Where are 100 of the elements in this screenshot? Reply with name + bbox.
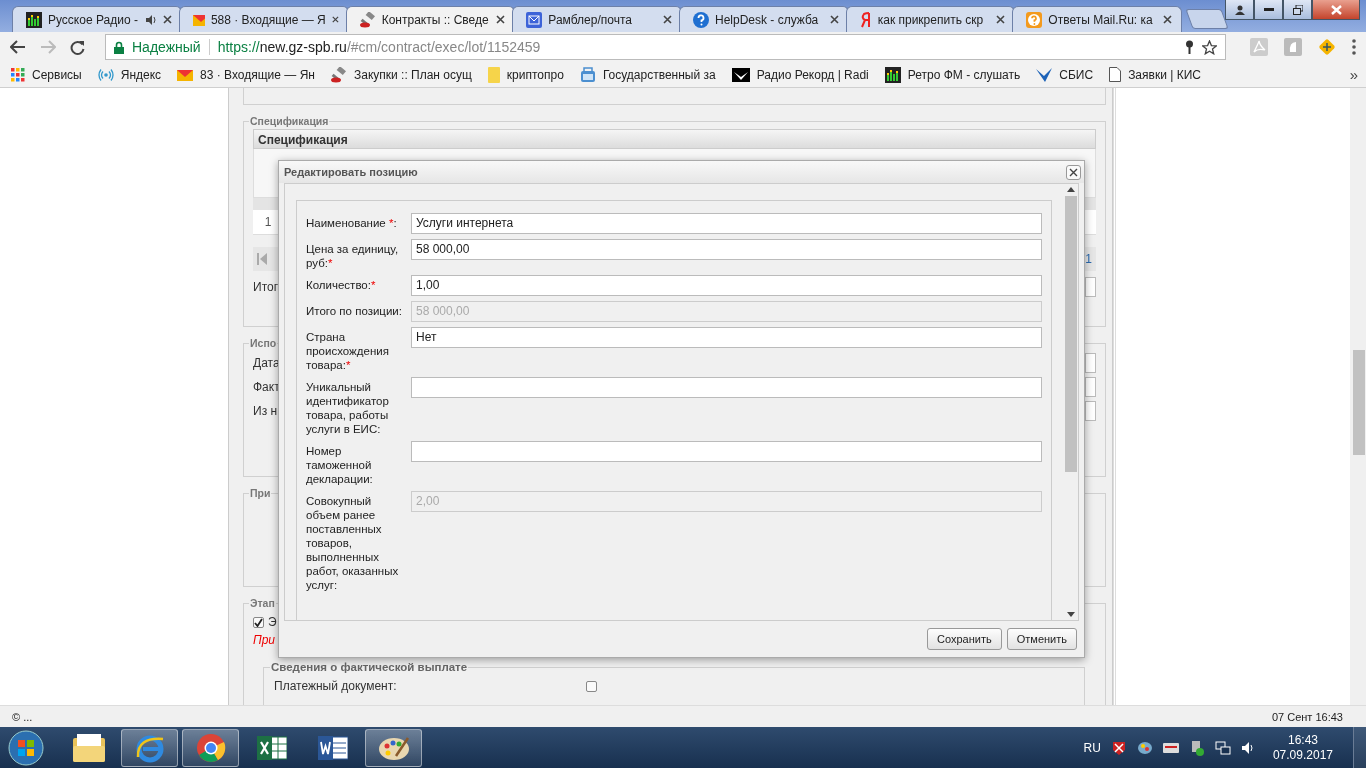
mask-icon [731, 67, 750, 82]
input-field: 58 000,00 [411, 301, 1042, 322]
close-icon [1069, 167, 1078, 177]
star-icon[interactable] [1202, 39, 1217, 55]
speaker-icon[interactable] [1240, 740, 1255, 755]
checkbox[interactable] [586, 680, 597, 692]
scrollbar-thumb[interactable] [1353, 350, 1365, 455]
browser-tab[interactable]: Рамблер/почта [512, 6, 682, 32]
close-icon[interactable] [1163, 15, 1173, 24]
envelope-icon [526, 11, 543, 28]
input-field: 2,00 [411, 491, 1042, 512]
section-legend: Испо [249, 337, 278, 349]
bookmark-link[interactable]: Сервисы [11, 67, 82, 82]
section-legend: При [249, 487, 272, 499]
bookmark-link[interactable]: СБИС [1036, 66, 1094, 83]
gavel-icon [330, 66, 347, 83]
input-field[interactable]: Нет [411, 327, 1042, 348]
minimize-button[interactable] [1254, 0, 1283, 20]
input-field[interactable] [411, 441, 1042, 462]
field-label: Номер таможенной декларации: [306, 444, 374, 486]
bird-icon [1036, 66, 1053, 83]
shield-icon[interactable] [1110, 739, 1127, 756]
help-icon [1026, 11, 1043, 28]
taskbar-app[interactable] [182, 728, 239, 767]
bookmark-link[interactable]: криптопро [487, 66, 564, 83]
section-legend: Этап [249, 597, 276, 609]
url-text: https://new.gz-spb.ru/#cm/contract/exec/lot/1152459 [217, 39, 542, 55]
bookmark-link[interactable]: 83 · Входящие — Ян [177, 66, 315, 83]
more-bookmarks-button[interactable]: » [1349, 66, 1358, 83]
clock-date: 07.09.2017 [1272, 747, 1333, 763]
section-legend: Сведения о фактической выплате [270, 661, 469, 673]
dialog-title: Редактировать позицию [284, 166, 418, 178]
input-field[interactable] [1085, 377, 1096, 397]
field-label: Наименование *: [306, 216, 398, 231]
input-field[interactable] [411, 377, 1042, 398]
reload-icon[interactable] [70, 39, 85, 55]
input-field[interactable] [1085, 401, 1096, 421]
user-button[interactable] [1225, 0, 1254, 20]
scroll-up-icon[interactable] [1067, 187, 1075, 192]
bookmark-link[interactable]: Ретро ФМ - слушать [884, 66, 1021, 83]
field-label: Факт [253, 380, 280, 394]
equalizer-icon [26, 11, 42, 28]
gavel-icon [359, 11, 376, 28]
network-icon[interactable] [1214, 739, 1231, 756]
scroll-down-icon[interactable] [1067, 612, 1075, 617]
taskbar-app[interactable] [121, 728, 178, 767]
grid-title: Спецификация [253, 129, 1096, 149]
browser-tab[interactable]: Ответы Mail.Ru: ка [1012, 6, 1183, 32]
input-field[interactable] [1085, 353, 1096, 373]
chrome-icon [195, 732, 226, 763]
save-button[interactable]: Сохранить [927, 628, 1002, 650]
bookmark-link[interactable]: Заявки | КИС [1109, 67, 1201, 82]
folder-icon [487, 66, 500, 83]
address-bar[interactable]: Надежный https://new.gz-spb.ru/#cm/contract/exec/lot/1152459 [105, 34, 1226, 60]
scrollbar-thumb[interactable] [1065, 196, 1077, 472]
input-field[interactable]: 58 000,00 [411, 239, 1042, 260]
browser-tab[interactable]: Русское Радио - [12, 6, 182, 32]
palette-icon[interactable] [1136, 739, 1153, 756]
close-button[interactable] [1066, 164, 1081, 180]
key-icon[interactable] [1185, 40, 1194, 54]
page-number[interactable]: 1 [1085, 252, 1092, 266]
bookmark-link[interactable]: Радио Рекорд | Radi [731, 67, 869, 82]
folder-icon [72, 733, 105, 762]
close-icon[interactable] [829, 15, 839, 24]
document-icon [1109, 67, 1122, 82]
cancel-button[interactable]: Отменить [1006, 628, 1077, 650]
close-icon[interactable] [496, 15, 506, 24]
checkbox[interactable] [253, 616, 264, 628]
browser-tab[interactable]: 588 · Входящие — Я [178, 6, 349, 32]
input-field[interactable]: Услуги интернета [411, 213, 1042, 234]
close-icon[interactable] [996, 15, 1006, 24]
restore-button[interactable] [1283, 0, 1312, 20]
close-window-button[interactable] [1312, 0, 1360, 20]
apps-grid-icon [11, 67, 25, 82]
close-icon[interactable] [331, 15, 339, 24]
minimize-icon [1263, 7, 1274, 12]
clock[interactable]: 16:43 07.09.2017 [1272, 732, 1333, 763]
total-field[interactable] [1085, 277, 1096, 297]
language-indicator[interactable]: RU [1083, 740, 1101, 755]
equalizer-icon [884, 66, 901, 83]
warning-text: При [253, 633, 276, 647]
bookmark-link[interactable]: Государственный за [579, 66, 716, 83]
browser-tab[interactable]: HelpDesk - служба [679, 6, 849, 32]
row-number: 1 [263, 215, 273, 229]
taskbar-app[interactable] [365, 728, 422, 767]
restore-icon [1292, 4, 1303, 15]
close-icon[interactable] [162, 15, 172, 24]
bookmark-link[interactable]: Яндекс [97, 67, 162, 82]
document-icon [317, 733, 348, 762]
show-desktop-button[interactable] [1353, 727, 1366, 768]
start-button[interactable] [6, 728, 46, 767]
input-field[interactable]: 1,00 [411, 275, 1042, 296]
checkbox-label: Э [268, 615, 277, 629]
menu-icon[interactable] [1352, 39, 1356, 55]
close-icon[interactable] [663, 15, 672, 24]
field-label: Страна происхождения товара:* [306, 330, 390, 372]
logo-icon [859, 11, 872, 28]
field-label: Платежный документ: [274, 679, 398, 693]
back-icon[interactable] [10, 40, 26, 54]
bookmark-link[interactable]: Закупки :: План осущ [330, 66, 472, 83]
